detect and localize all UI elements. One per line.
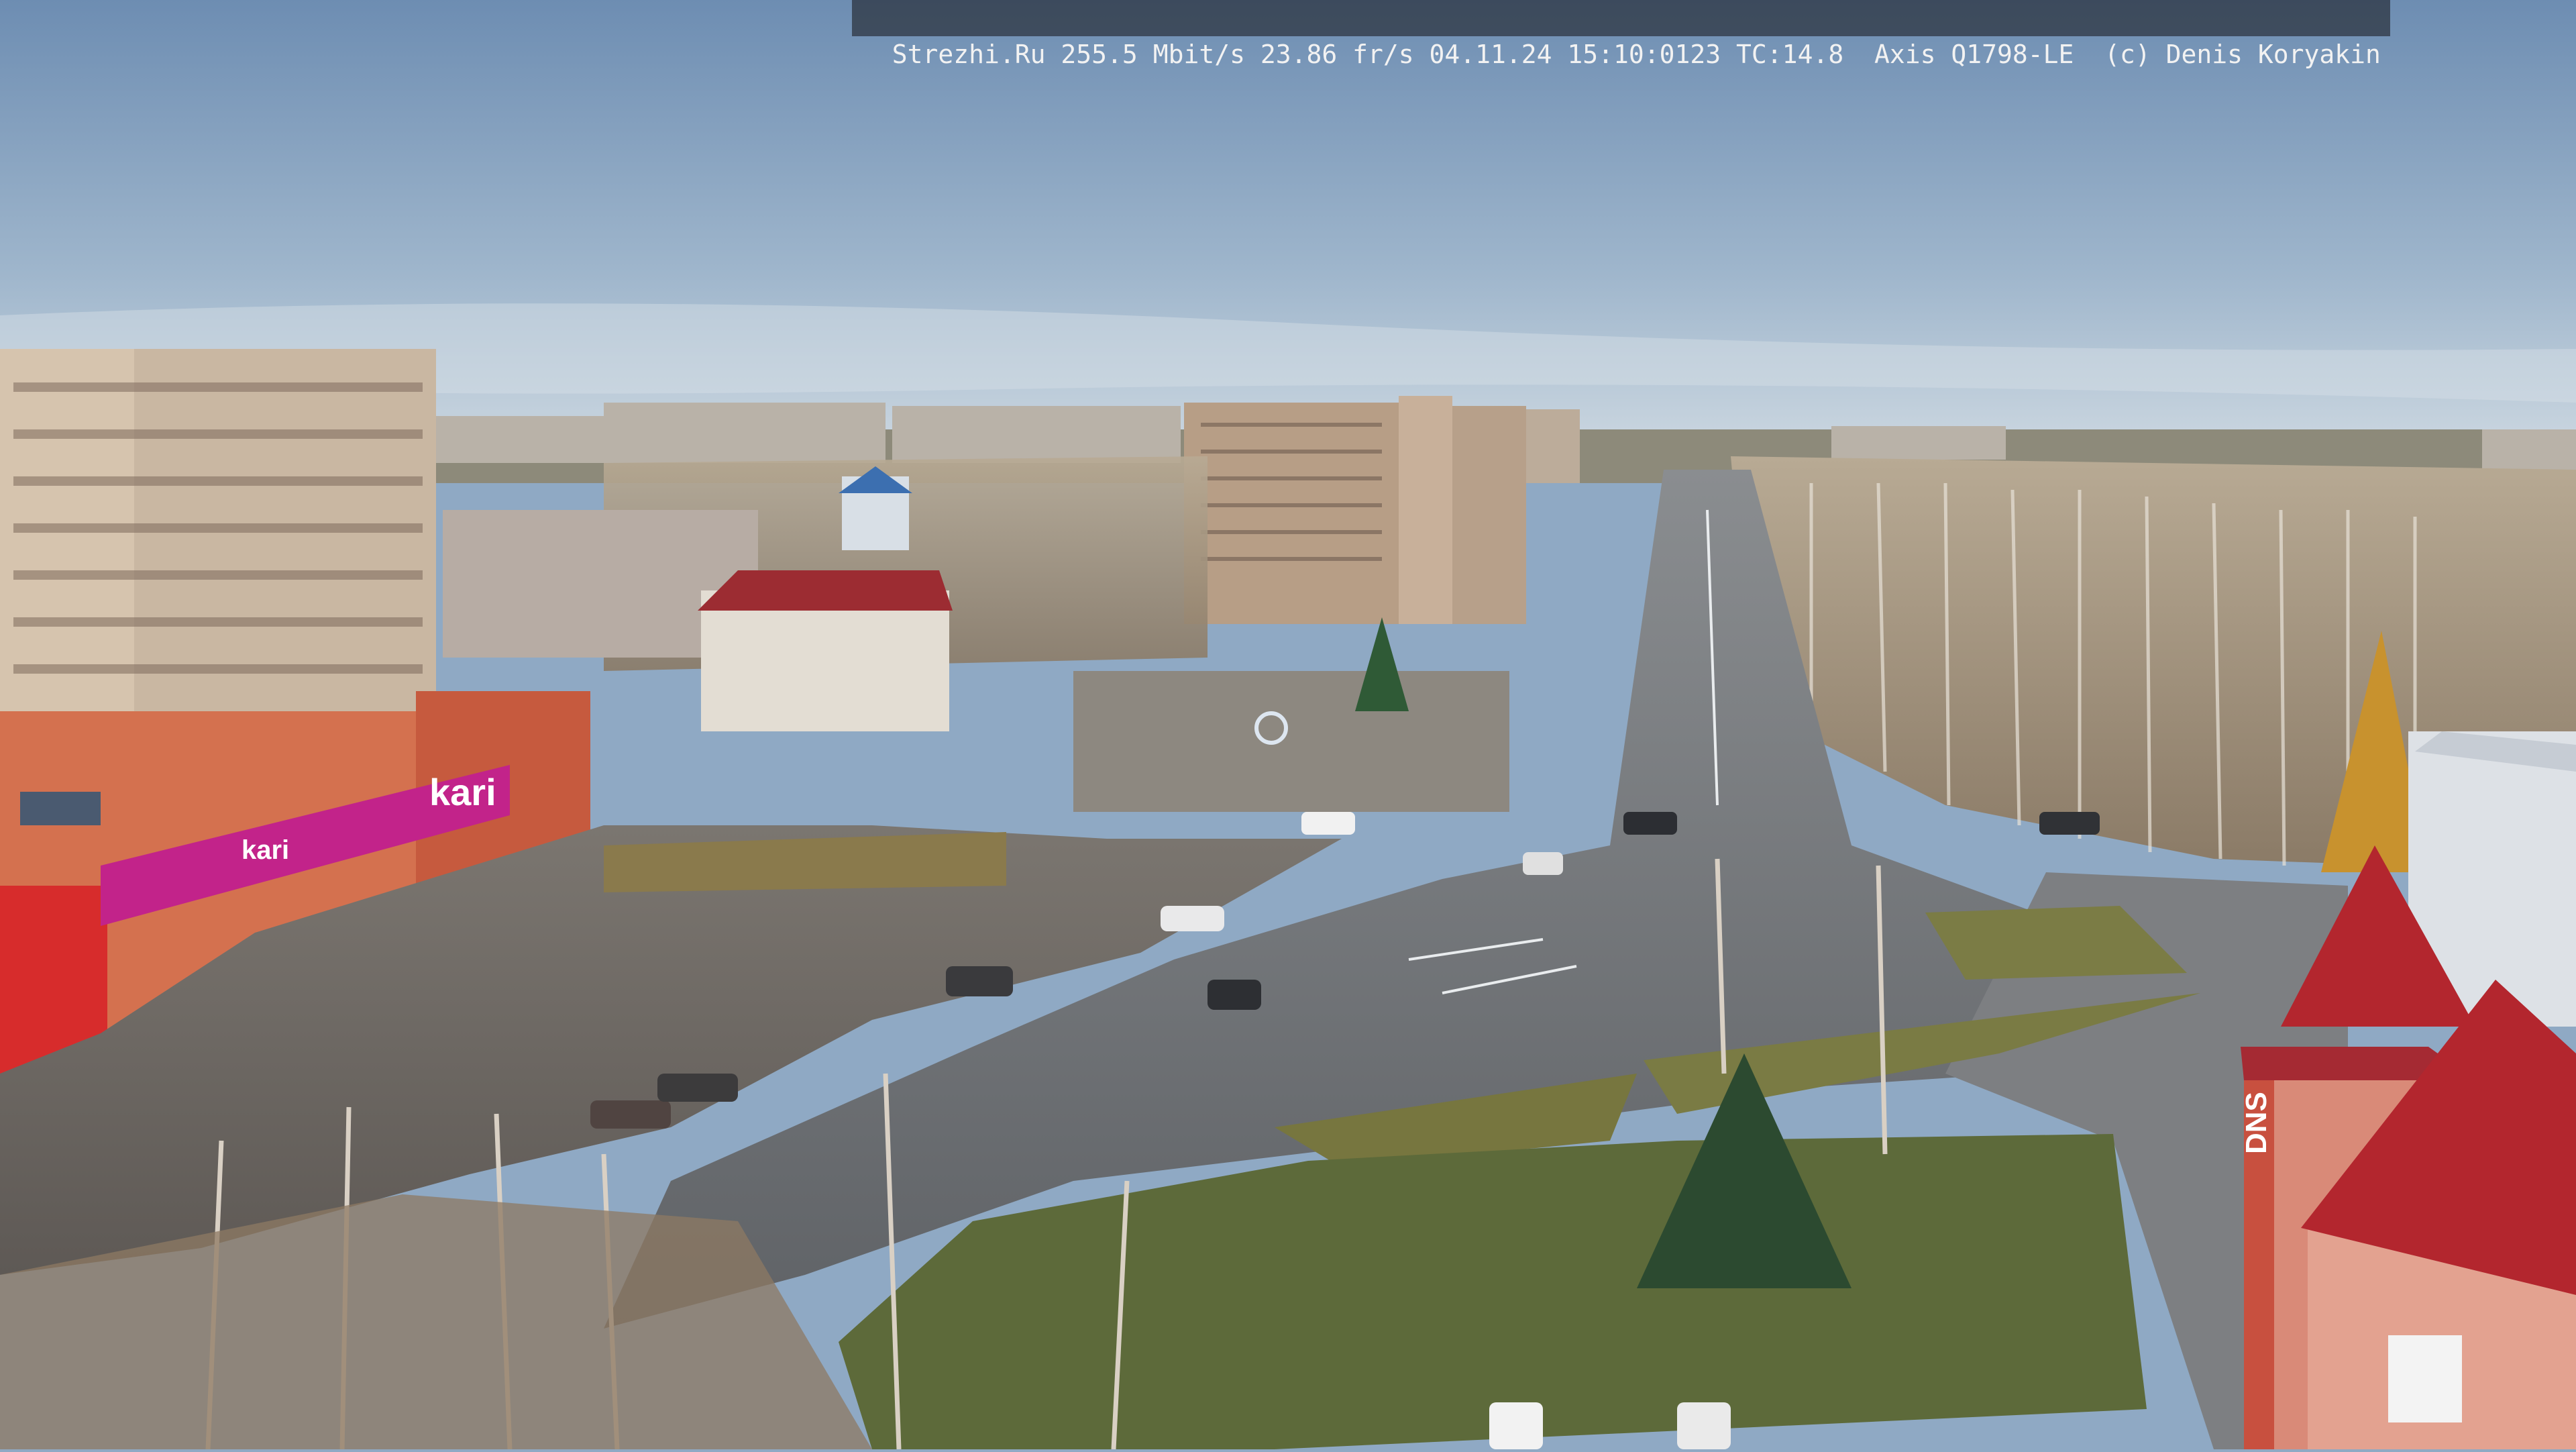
christmas-tree xyxy=(1355,617,1409,711)
dns-sign: DNS xyxy=(2240,1092,2273,1154)
webcam-scene: kari kari DNS xyxy=(0,0,2576,1450)
festive-square xyxy=(1073,671,1509,812)
kari-sign-large: kari xyxy=(429,771,496,813)
kari-sign-small: kari xyxy=(241,835,289,865)
city-view-illustration: kari kari DNS xyxy=(0,0,2576,1450)
red-roof-building xyxy=(701,590,949,731)
camera-info-overlay: Strezhi.Ru 255.5 Mbit/s 23.86 fr/s 04.11… xyxy=(852,0,2390,69)
center-towers xyxy=(1184,396,1580,624)
camera-info-text: Strezhi.Ru 255.5 Mbit/s 23.86 fr/s 04.11… xyxy=(892,40,2381,69)
